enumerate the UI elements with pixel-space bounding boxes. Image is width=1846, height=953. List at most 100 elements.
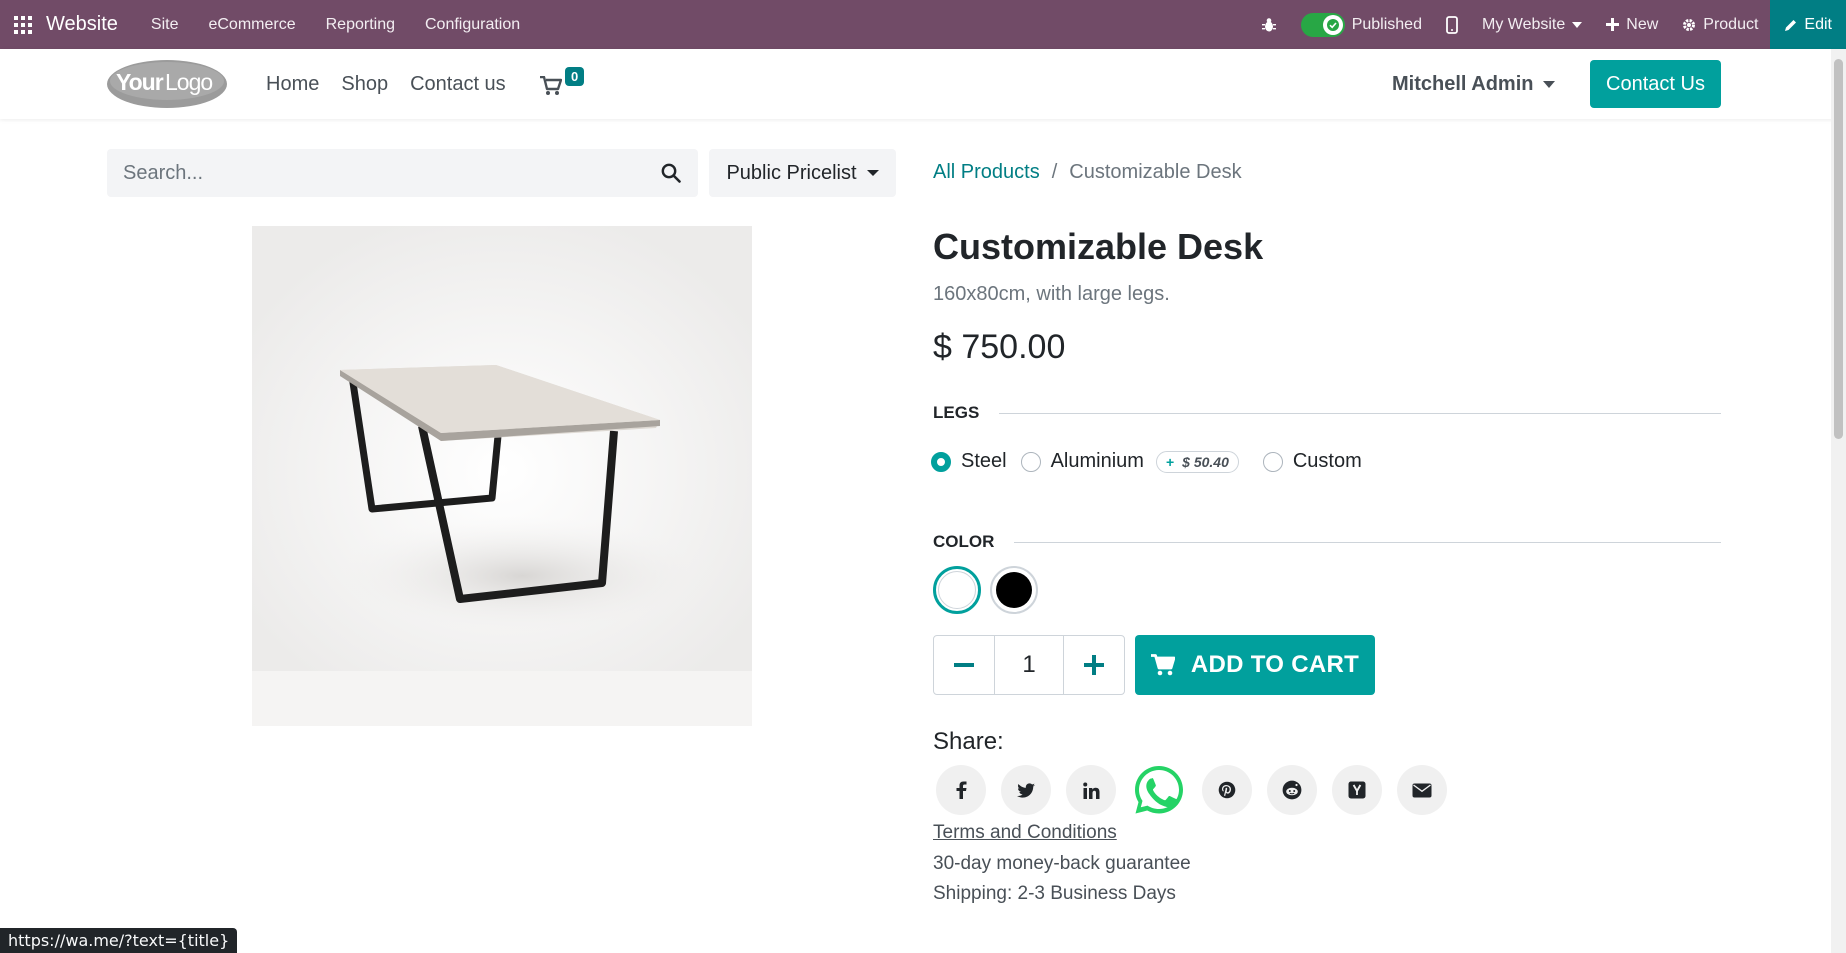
attribute-legs-title: LEGS	[933, 403, 980, 422]
published-switch[interactable]	[1300, 12, 1345, 37]
share-label: Share:	[933, 728, 1004, 755]
new-button-label: New	[1626, 15, 1659, 33]
nav-shop[interactable]: Shop	[341, 73, 388, 96]
admin-navbar: Website Site eCommerce Reporting Configu…	[0, 0, 1846, 49]
user-menu[interactable]: Mitchell Admin	[1392, 73, 1556, 96]
terms-and-conditions-link[interactable]: Terms and Conditions	[933, 822, 1117, 844]
quantity-stepper: 1	[933, 635, 1125, 695]
attribute-color-title: COLOR	[933, 532, 995, 551]
menu-reporting[interactable]: Reporting	[311, 16, 410, 34]
legs-option-aluminium[interactable]: Aluminium	[1020, 450, 1144, 473]
money-back-guarantee: 30-day money-back guarantee	[933, 853, 1191, 874]
admin-navbar-right: Published My Website New Product Edit	[1249, 0, 1846, 49]
attribute-color-header: COLOR	[933, 532, 1721, 552]
main-nav: Home Shop Contact us	[266, 49, 528, 119]
color-swatch-white[interactable]	[933, 566, 981, 614]
app-name[interactable]: Website	[46, 13, 118, 36]
legs-option-label: Steel	[961, 450, 1007, 472]
shopping-cart-icon	[540, 76, 562, 95]
product-description: 160x80cm, with large legs.	[933, 283, 1170, 305]
radio-selected[interactable]	[931, 451, 951, 472]
hacker-news-icon[interactable]	[1332, 765, 1382, 815]
website-switcher-label: My Website	[1481, 15, 1566, 33]
nav-home[interactable]: Home	[266, 73, 319, 96]
pricelist-label: Public Pricelist	[726, 161, 857, 184]
breadcrumb: All Products / Customizable Desk	[933, 161, 1242, 184]
pinterest-icon[interactable]	[1202, 765, 1252, 815]
price-extra-value: $ 50.40	[1182, 453, 1229, 470]
page-scrollbar[interactable]	[1831, 49, 1846, 953]
decrease-quantity-button[interactable]	[934, 636, 994, 694]
quantity-input[interactable]: 1	[994, 636, 1064, 694]
svg-text:Logo: Logo	[165, 69, 212, 95]
pencil-icon	[1785, 19, 1797, 31]
gear-icon	[1683, 18, 1696, 31]
published-label: Published	[1351, 15, 1422, 33]
linkedin-icon[interactable]	[1066, 765, 1116, 815]
breadcrumb-separator: /	[1051, 161, 1058, 183]
legs-option-label: Custom	[1292, 450, 1362, 472]
divider	[999, 412, 1721, 414]
email-icon[interactable]	[1397, 765, 1447, 815]
product-button[interactable]: Product	[1670, 0, 1770, 49]
chevron-down-icon	[866, 170, 879, 176]
search-input[interactable]	[107, 149, 644, 197]
minus-icon	[954, 663, 975, 667]
menu-site[interactable]: Site	[136, 16, 194, 34]
menu-configuration[interactable]: Configuration	[410, 16, 535, 34]
website-switcher[interactable]: My Website	[1470, 0, 1594, 49]
breadcrumb-current: Customizable Desk	[1069, 161, 1242, 183]
debug-bug-icon[interactable]	[1249, 0, 1289, 49]
shopping-cart-icon	[1150, 654, 1175, 676]
add-to-cart-button[interactable]: ADD TO CART	[1135, 635, 1375, 695]
published-toggle[interactable]: Published	[1289, 0, 1434, 49]
share-buttons	[936, 762, 1447, 818]
user-name: Mitchell Admin	[1392, 73, 1534, 95]
new-button[interactable]: New	[1594, 0, 1670, 49]
whatsapp-icon[interactable]	[1131, 762, 1187, 818]
search-icon[interactable]	[644, 149, 698, 197]
product-search	[107, 149, 698, 197]
attribute-legs-header: LEGS	[933, 403, 1721, 423]
contact-us-button[interactable]: Contact Us	[1590, 60, 1721, 108]
scrollbar-thumb[interactable]	[1834, 59, 1843, 439]
site-logo[interactable]: Your Logo	[107, 58, 228, 110]
legs-option-custom[interactable]: Custom	[1262, 450, 1362, 473]
desk-illustration	[252, 226, 752, 671]
pricelist-dropdown[interactable]: Public Pricelist	[709, 149, 896, 197]
increase-quantity-button[interactable]	[1064, 636, 1124, 694]
reddit-icon[interactable]	[1267, 765, 1317, 815]
edit-button-label: Edit	[1804, 15, 1832, 33]
price-extra-badge: + $ 50.40	[1155, 450, 1239, 473]
browser-status-bar: https://wa.me/?text={title}	[0, 928, 238, 953]
nav-contact-us[interactable]: Contact us	[410, 73, 506, 96]
legs-options: Steel Aluminium + $ 50.40 Custom	[931, 450, 1376, 473]
svg-text:Your: Your	[116, 69, 164, 95]
divider	[1014, 541, 1721, 543]
website-header: Your Logo Home Shop Contact us 0 Mitchel…	[0, 49, 1846, 119]
check-icon	[1322, 14, 1343, 35]
chevron-down-icon	[1543, 81, 1556, 88]
product-price: $ 750.00	[933, 328, 1066, 366]
radio-unselected[interactable]	[1262, 451, 1283, 472]
product-title: Customizable Desk	[933, 226, 1264, 267]
breadcrumb-all-products[interactable]: All Products	[933, 161, 1040, 184]
menu-ecommerce[interactable]: eCommerce	[193, 16, 310, 34]
mobile-preview-icon[interactable]	[1434, 0, 1470, 49]
color-swatch-black[interactable]	[990, 566, 1038, 614]
shipping-info: Shipping: 2-3 Business Days	[933, 883, 1176, 904]
facebook-icon[interactable]	[936, 765, 986, 815]
plus-icon	[1606, 18, 1620, 31]
legs-option-steel[interactable]: Steel	[931, 450, 1007, 473]
apps-menu-icon[interactable]	[0, 0, 46, 49]
radio-unselected[interactable]	[1020, 451, 1041, 472]
twitter-icon[interactable]	[1001, 765, 1051, 815]
edit-button[interactable]: Edit	[1770, 0, 1846, 49]
product-image[interactable]	[252, 226, 752, 726]
plus-icon	[1083, 655, 1104, 675]
cart-count-badge: 0	[565, 67, 585, 86]
chevron-down-icon	[1572, 21, 1583, 28]
cart-link[interactable]: 0	[540, 67, 590, 99]
color-swatches	[933, 566, 1038, 614]
product-button-label: Product	[1703, 15, 1759, 33]
